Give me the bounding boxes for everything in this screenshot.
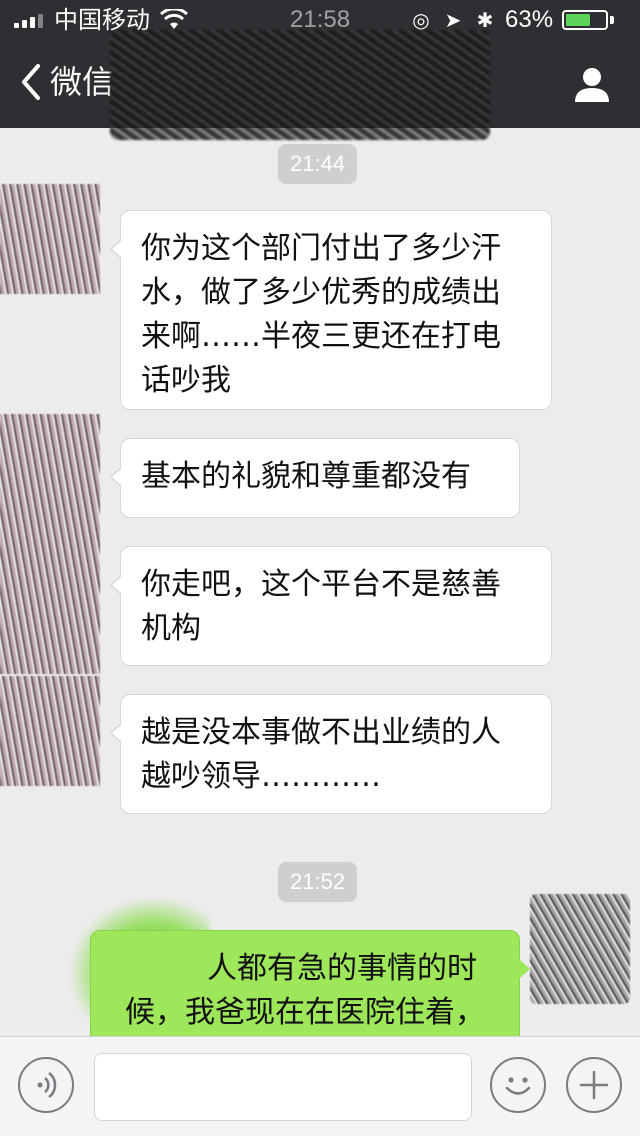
time-stamp: 21:44 [278, 144, 358, 184]
message-bubble[interactable]: 基本的礼貌和尊重都没有 [110, 438, 520, 518]
person-icon[interactable] [572, 64, 612, 104]
battery-icon [562, 10, 608, 30]
message-bubble[interactable]: 你走吧，这个平台不是慈善 机构 [110, 546, 552, 666]
wifi-icon [160, 9, 188, 29]
avatar[interactable] [0, 184, 100, 294]
avatar[interactable] [0, 676, 100, 786]
input-bar [0, 1036, 640, 1136]
back-button[interactable]: 微信 [18, 62, 114, 102]
time-stamp: 21:52 [278, 862, 358, 902]
redacted-name [110, 30, 490, 140]
message-bubble[interactable]: 人都有急的事情的时 候，我爸现在在医院住着， [90, 930, 530, 1036]
chevron-left-icon [22, 64, 40, 100]
message-bubble[interactable]: 越是没本事做不出业绩的人 越吵领导………… [110, 694, 552, 814]
battery-percent: 63% [505, 6, 554, 33]
avatar[interactable] [0, 414, 100, 674]
emoji-button[interactable] [490, 1057, 546, 1113]
emoji-icon [505, 1077, 531, 1095]
signal-icon [14, 12, 43, 28]
chat-area[interactable]: 21:44 你为这个部门付出了多少汗 水，做了多少优秀的成绩出 来啊……半夜三更… [0, 128, 640, 1036]
message-input[interactable] [94, 1053, 472, 1121]
avatar[interactable] [530, 894, 630, 1004]
message-bubble[interactable]: 你为这个部门付出了多少汗 水，做了多少优秀的成绩出 来啊……半夜三更还在打电 话… [110, 210, 552, 410]
plus-button[interactable] [566, 1057, 622, 1113]
voice-icon [37, 1072, 57, 1098]
voice-button[interactable] [18, 1057, 74, 1113]
back-label: 微信 [50, 63, 115, 101]
plus-icon [579, 1070, 609, 1100]
